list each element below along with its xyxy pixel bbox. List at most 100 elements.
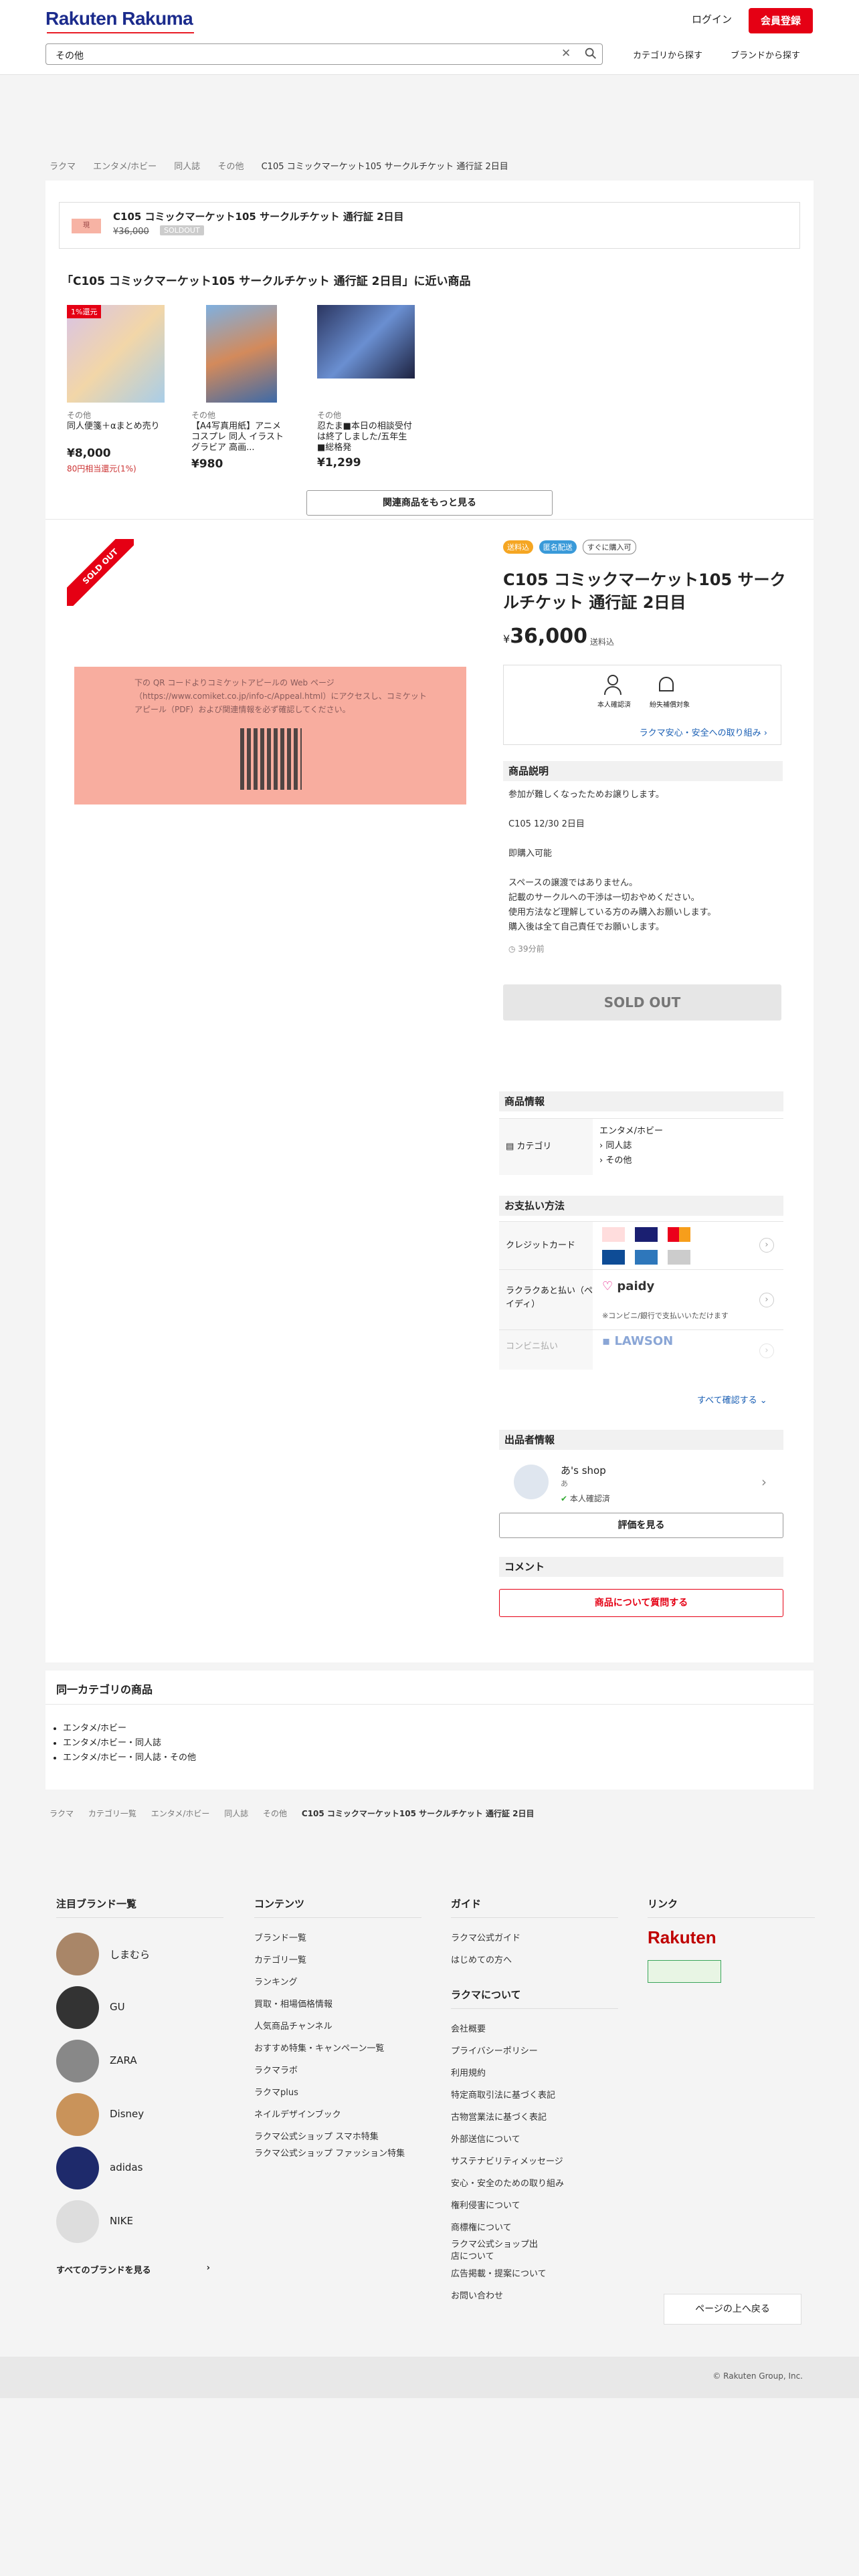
seller-name[interactable]: あ's shop <box>561 1463 606 1477</box>
brand-item[interactable]: adidas <box>56 2147 230 2191</box>
item-price: ¥8,000 <box>67 447 111 460</box>
same-category-link[interactable]: エンタメ/ホビー <box>63 1721 196 1736</box>
more-related-button[interactable]: 関連商品をもっと見る <box>306 490 553 516</box>
breadcrumb-item[interactable]: エンタメ/ホビー <box>151 1809 210 1818</box>
item-category: その他 <box>191 411 216 420</box>
footer-link[interactable]: ラクマラボ <box>254 2060 421 2082</box>
footer-link[interactable]: 外部送信について <box>451 2129 618 2151</box>
breadcrumb-item[interactable]: その他 <box>263 1809 287 1818</box>
footer-link[interactable]: 特定商取引法に基づく表記 <box>451 2084 618 2107</box>
clear-icon[interactable]: ✕ <box>561 47 571 60</box>
same-category-link[interactable]: エンタメ/ホビー・同人誌・その他 <box>63 1751 196 1765</box>
footer-link[interactable]: 安心・安全のための取り組み <box>451 2173 618 2195</box>
footer-link[interactable]: 買取・相場価格情報 <box>254 1994 421 2016</box>
product-title: C105 コミックマーケット105 サークルチケット 通行証 2日目 <box>503 570 786 612</box>
footer-link[interactable]: 人気商品チャンネル <box>254 2016 421 2038</box>
guarantee-label: 紛失補償対象 <box>650 702 690 709</box>
breadcrumb-item[interactable]: エンタメ/ホビー <box>93 162 157 172</box>
credit-row[interactable]: クレジットカード › <box>499 1221 783 1270</box>
item-name: 【A4写真用紙】アニメ コスプレ 同人 イラスト グラビア 高画... <box>191 421 284 453</box>
footer-link[interactable]: ラクマ公式ショップ ファッション特集 <box>254 2148 421 2160</box>
footer-breadcrumb: ラクマ カテゴリ一覧 エンタメ/ホビー 同人誌 その他 C105 コミックマーケ… <box>50 1808 547 1819</box>
category-link[interactable]: › 同人誌 <box>599 1139 663 1154</box>
brand-item[interactable]: ZARA <box>56 2040 230 2084</box>
item-image <box>67 305 165 403</box>
view-evaluation-button[interactable]: 評価を見る <box>499 1513 783 1538</box>
credit-label: クレジットカード <box>499 1222 593 1270</box>
rakuma-logo[interactable]: Rakuten Rakuma <box>45 8 194 33</box>
breadcrumb-item[interactable]: 同人誌 <box>224 1809 248 1818</box>
breadcrumb-item[interactable]: カテゴリ一覧 <box>88 1809 136 1818</box>
footer-link[interactable]: ラクマ公式ショップ スマホ特集 <box>254 2126 421 2148</box>
footer-link[interactable]: 権利侵害について <box>451 2195 618 2217</box>
item-price: ¥980 <box>191 457 223 471</box>
category-values: エンタメ/ホビー › 同人誌 › その他 <box>599 1124 663 1168</box>
footer-contents: コンテンツ ブランド一覧 カテゴリ一覧 ランキング 買取・相場価格情報 人気商品… <box>254 1897 421 2160</box>
footer-link[interactable]: 商標権について <box>451 2217 618 2239</box>
footer-link[interactable]: プライバシーポリシー <box>451 2040 618 2062</box>
green-badge-icon[interactable] <box>648 1960 721 1983</box>
chevron-right-icon[interactable]: › <box>761 1474 767 1490</box>
product-description: 参加が難しくなったためお譲りします。 C105 12/30 2日目 即購入可能 … <box>508 790 717 932</box>
brand-item[interactable]: GU <box>56 1986 230 2030</box>
seller-avatar[interactable] <box>514 1465 549 1499</box>
paylater-row[interactable]: ラクラクあと払い（ペイディ） ♡ paidy ※コンビニ/銀行で支払いいただけま… <box>499 1269 783 1330</box>
copyright-bar: © Rakuten Group, Inc. <box>0 2357 859 2398</box>
brand-item[interactable]: NIKE <box>56 2200 230 2244</box>
breadcrumb-item[interactable]: 同人誌 <box>174 162 200 172</box>
footer-link[interactable]: ブランド一覧 <box>254 1927 421 1949</box>
safety-link[interactable]: ラクマ安心・安全への取り組み › <box>640 726 767 738</box>
same-category-link[interactable]: エンタメ/ホビー・同人誌 <box>63 1736 196 1751</box>
search-input[interactable]: その他 <box>56 49 84 62</box>
footer-link[interactable]: 利用規約 <box>451 2062 618 2084</box>
footer-link[interactable]: お問い合わせ <box>451 2285 618 2307</box>
chevron-right-icon[interactable]: › <box>759 1293 774 1307</box>
rakuten-logo[interactable]: Rakuten <box>648 1927 815 1948</box>
footer-link[interactable]: ラクマ公式ショップ出店について <box>451 2239 545 2263</box>
soldout-button[interactable]: SOLD OUT <box>503 984 781 1021</box>
chevron-right-icon[interactable]: › <box>759 1344 774 1358</box>
footer-link[interactable]: カテゴリ一覧 <box>254 1949 421 1971</box>
search-icon[interactable] <box>583 46 598 61</box>
login-link[interactable]: ログイン <box>692 12 732 26</box>
footer-heading: ガイド <box>451 1897 618 1918</box>
brand-item[interactable]: Disney <box>56 2093 230 2137</box>
breadcrumb-item[interactable]: ラクマ <box>50 1809 74 1818</box>
nav-brand-link[interactable]: ブランドから探す <box>731 48 800 61</box>
info-heading: 商品情報 <box>499 1091 783 1111</box>
brand-label: NIKE <box>110 2215 133 2227</box>
back-to-top-button[interactable]: ページの上へ戻る <box>664 2294 801 2325</box>
paidy-logo: ♡ paidy <box>602 1279 655 1293</box>
category-link[interactable]: エンタメ/ホビー <box>599 1124 663 1139</box>
brand-image <box>56 2200 99 2243</box>
footer-link[interactable]: サステナビリティメッセージ <box>451 2151 618 2173</box>
footer-link[interactable]: おすすめ特集・キャンペーン一覧 <box>254 2038 421 2060</box>
footer-link[interactable]: ランキング <box>254 1971 421 1994</box>
footer-link[interactable]: ラクマplus <box>254 2082 421 2104</box>
footer-link[interactable]: ラクマ公式ガイド <box>451 1927 618 1949</box>
category-link[interactable]: › その他 <box>599 1154 663 1168</box>
mini-product-summary[interactable]: 現 C105 コミックマーケット105 サークルチケット 通行証 2日目 ¥36… <box>59 202 800 249</box>
product-photo[interactable]: 下の QR コードよりコミケットアピールの Web ページ（https://ww… <box>74 667 466 804</box>
footer-link[interactable]: 広告掲載・提案について <box>451 2263 618 2285</box>
footer-link[interactable]: 古物営業法に基づく表記 <box>451 2107 618 2129</box>
register-button[interactable]: 会員登録 <box>749 8 813 33</box>
see-all-payment-link[interactable]: すべて確認する ⌄ <box>697 1393 767 1406</box>
ask-question-button[interactable]: 商品について質問する <box>499 1589 783 1617</box>
verified-user-icon <box>604 675 622 695</box>
footer-heading: 注目ブランド一覧 <box>56 1897 223 1918</box>
search-bar[interactable]: その他 ✕ <box>45 43 603 65</box>
breadcrumb-item[interactable]: その他 <box>217 162 244 172</box>
brand-label: しまむら <box>110 1949 151 1961</box>
footer-link[interactable]: はじめての方へ <box>451 1949 618 1971</box>
convenience-row[interactable]: コンビニ払い ▪ LAWSON › <box>499 1329 783 1370</box>
chevron-right-icon[interactable]: › <box>759 1238 774 1253</box>
footer-brands: 注目ブランド一覧 <box>56 1897 223 1927</box>
brand-item[interactable]: しまむら <box>56 1933 230 1977</box>
footer-link[interactable]: 会社概要 <box>451 2018 618 2040</box>
nav-category-link[interactable]: カテゴリから探す <box>633 48 702 61</box>
breadcrumb-item[interactable]: ラクマ <box>50 162 76 172</box>
item-price: ¥1,299 <box>317 456 361 469</box>
all-brands-link[interactable]: すべてのブランドを見る › <box>56 2263 210 2276</box>
footer-link[interactable]: ネイルデザインブック <box>254 2104 421 2126</box>
